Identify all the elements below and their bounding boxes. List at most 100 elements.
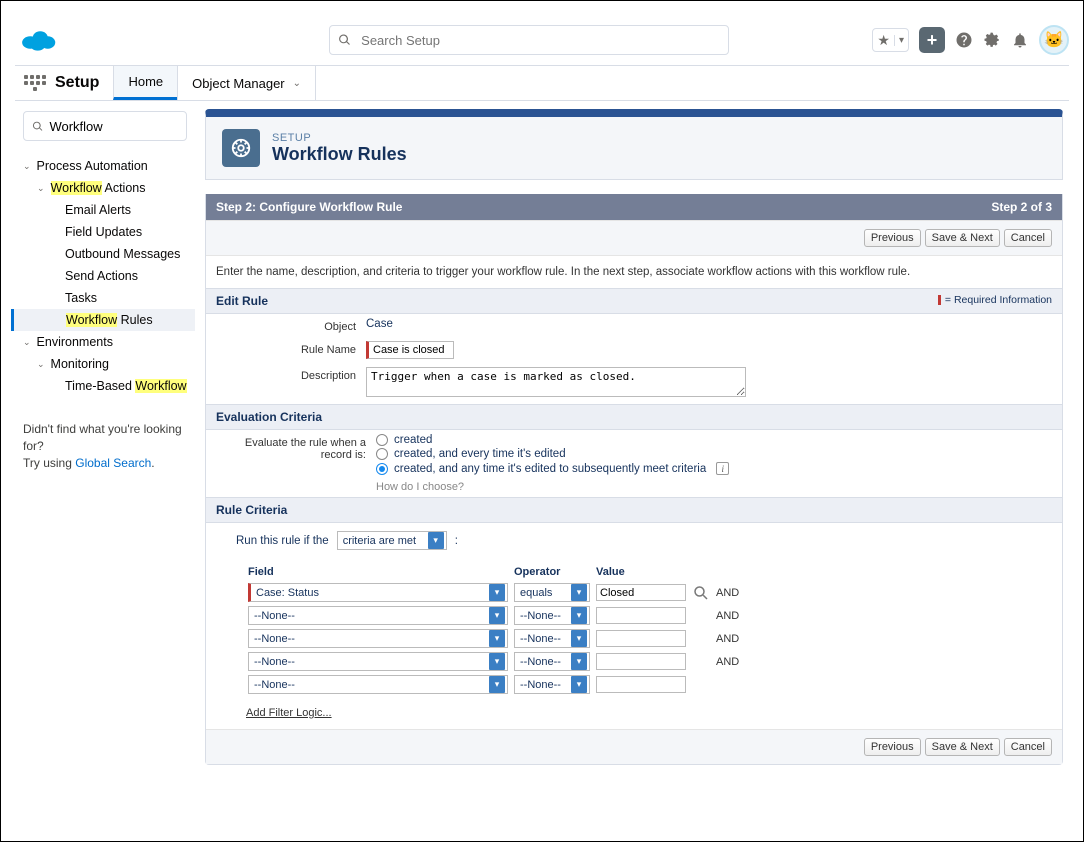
cancel-button[interactable]: Cancel — [1004, 738, 1052, 756]
eval-option-created-subsequently[interactable]: created, and any time it's edited to sub… — [376, 462, 1052, 475]
workflow-rule-form: Step 2: Configure Workflow Rule Step 2 o… — [205, 194, 1063, 765]
add-filter-logic-link[interactable]: Add Filter Logic... — [246, 707, 332, 719]
criteria-field-select[interactable]: --None--▾ — [248, 606, 508, 625]
search-icon — [32, 120, 43, 133]
form-instructions: Enter the name, description, and criteri… — [206, 256, 1062, 288]
eval-option-created-edited[interactable]: created, and every time it's edited — [376, 448, 1052, 460]
section-title: Edit Rule — [216, 294, 268, 308]
criteria-operator-select[interactable]: equals▾ — [514, 583, 590, 602]
rule-name-label: Rule Name — [216, 341, 366, 359]
wizard-step-header: Step 2: Configure Workflow Rule Step 2 o… — [206, 194, 1062, 220]
criteria-operator-select[interactable]: --None--▾ — [514, 606, 590, 625]
tree-field-updates[interactable]: Field Updates — [23, 221, 187, 243]
radio-icon — [376, 448, 388, 460]
button-bar-bottom: Previous Save & Next Cancel — [206, 729, 1062, 764]
criteria-row: --None--▾ --None--▾ — [248, 674, 743, 695]
page-kicker: SETUP — [272, 132, 407, 144]
star-icon: ★ — [873, 32, 894, 49]
section-edit-rule: Edit Rule = Required Information — [206, 288, 1062, 314]
criteria-operator-select[interactable]: --None--▾ — [514, 629, 590, 648]
criteria-field-select[interactable]: --None--▾ — [248, 629, 508, 648]
criteria-field-select[interactable]: Case: Status▾ — [248, 583, 508, 602]
select-arrow-icon: ▾ — [428, 532, 444, 549]
save-next-button[interactable]: Save & Next — [925, 738, 1000, 756]
chevron-down-icon: ⌄ — [37, 359, 45, 370]
highlight-text: Workflow — [51, 181, 102, 195]
help-icon[interactable] — [955, 31, 973, 49]
tree-tasks[interactable]: Tasks — [23, 287, 187, 309]
tree-environments[interactable]: ⌄ Environments — [23, 331, 187, 353]
criteria-operator-select[interactable]: --None--▾ — [514, 652, 590, 671]
global-actions-button[interactable]: + — [919, 27, 945, 53]
tree-outbound-messages[interactable]: Outbound Messages — [23, 243, 187, 265]
global-search[interactable] — [329, 25, 729, 55]
criteria-row: --None--▾--None--▾AND — [248, 651, 743, 672]
tab-object-manager[interactable]: Object Manager⌄ — [177, 66, 316, 100]
tree-label: Environments — [37, 335, 113, 349]
tree-label: Workflow Actions — [51, 181, 146, 195]
radio-icon — [376, 463, 388, 475]
tree-process-automation[interactable]: ⌄Process Automation — [23, 155, 187, 177]
description-input[interactable] — [366, 367, 746, 397]
criteria-value-input[interactable] — [596, 607, 686, 624]
previous-button[interactable]: Previous — [864, 229, 921, 247]
criteria-field-select[interactable]: --None--▾ — [248, 675, 508, 694]
save-next-button[interactable]: Save & Next — [925, 229, 1000, 247]
criteria-value-input[interactable] — [596, 653, 686, 670]
criteria-value-input[interactable] — [596, 676, 686, 693]
step-title: Step 2: Configure Workflow Rule — [216, 200, 402, 214]
section-title: Evaluation Criteria — [216, 410, 322, 424]
run-rule-label: Run this rule if the — [236, 535, 329, 547]
context-bar: Setup Home Object Manager⌄ — [15, 65, 1069, 101]
rule-name-input[interactable] — [366, 341, 454, 359]
tree-label: Outbound Messages — [65, 247, 180, 261]
description-label: Description — [216, 367, 366, 400]
bell-icon[interactable] — [1011, 31, 1029, 49]
criteria-value-input[interactable] — [596, 630, 686, 647]
favorites-dropdown-icon[interactable]: ▾ — [894, 35, 908, 46]
criteria-value-input[interactable] — [596, 584, 686, 601]
col-field: Field — [248, 566, 512, 580]
cancel-button[interactable]: Cancel — [1004, 229, 1052, 247]
global-search-link[interactable]: Global Search — [75, 456, 151, 470]
tree-time-based-workflow[interactable]: Time-Based Workflow — [23, 375, 187, 397]
tab-home[interactable]: Home — [113, 66, 177, 100]
tree-monitoring[interactable]: ⌄Monitoring — [23, 353, 187, 375]
criteria-field-select[interactable]: --None--▾ — [248, 652, 508, 671]
page-header: SETUP Workflow Rules — [205, 109, 1063, 180]
tab-object-manager-label: Object Manager — [192, 76, 285, 91]
col-operator: Operator — [514, 566, 594, 580]
tree-label: Send Actions — [65, 269, 138, 283]
eval-option-created[interactable]: created — [376, 434, 1052, 446]
tree-workflow-actions[interactable]: ⌄Workflow Actions — [23, 177, 187, 199]
plus-icon: + — [927, 30, 938, 51]
select-arrow-icon: ▾ — [571, 584, 587, 601]
tree-send-actions[interactable]: Send Actions — [23, 265, 187, 287]
quick-find-input[interactable] — [49, 119, 178, 134]
tree-label: Email Alerts — [65, 203, 131, 217]
select-arrow-icon: ▾ — [489, 584, 505, 601]
select-arrow-icon: ▾ — [571, 630, 587, 647]
previous-button[interactable]: Previous — [864, 738, 921, 756]
tree-email-alerts[interactable]: Email Alerts — [23, 199, 187, 221]
select-arrow-icon: ▾ — [489, 607, 505, 624]
app-launcher-icon[interactable] — [23, 66, 47, 100]
section-title: Rule Criteria — [216, 503, 287, 517]
criteria-type-select[interactable]: criteria are met▾ — [337, 531, 447, 550]
select-arrow-icon: ▾ — [571, 653, 587, 670]
user-avatar[interactable]: 🐱 — [1039, 25, 1069, 55]
tree-workflow-rules[interactable]: Workflow Rules — [11, 309, 195, 331]
page-title: Workflow Rules — [272, 144, 407, 165]
criteria-operator-select[interactable]: --None--▾ — [514, 675, 590, 694]
chevron-down-icon: ⌄ — [23, 337, 31, 348]
gear-icon[interactable] — [983, 31, 1001, 49]
favorites-button[interactable]: ★▾ — [872, 28, 909, 52]
global-search-input[interactable] — [361, 33, 720, 48]
info-icon[interactable]: i — [716, 462, 729, 475]
and-label: AND — [716, 582, 743, 603]
highlight-text: Workflow — [66, 313, 117, 327]
quick-find[interactable] — [23, 111, 187, 141]
button-bar-top: Previous Save & Next Cancel — [206, 220, 1062, 256]
how-do-i-choose-link[interactable]: How do I choose? — [376, 481, 464, 493]
lookup-icon[interactable] — [692, 584, 710, 602]
